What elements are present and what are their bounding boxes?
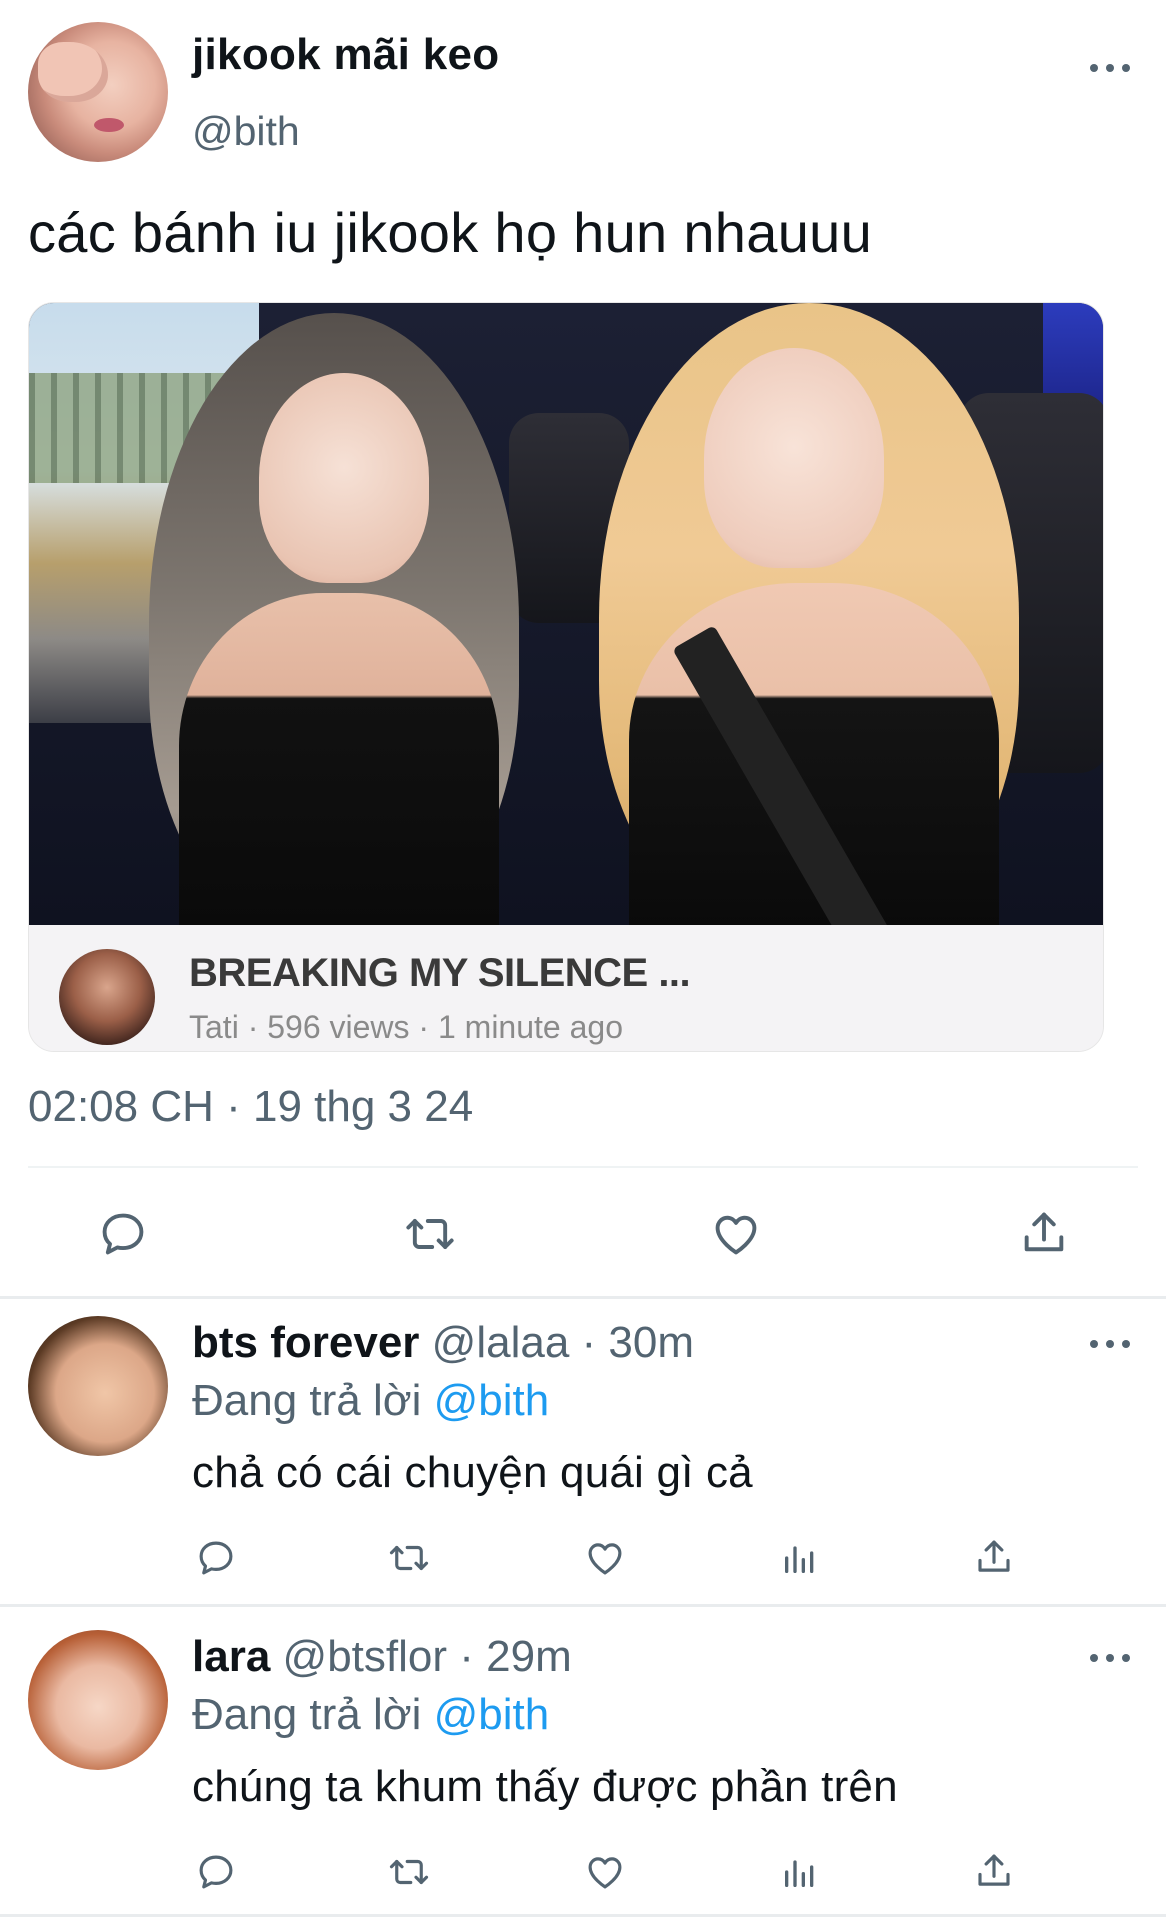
reply-text: chúng ta khum thấy được phần trên xyxy=(192,1762,898,1811)
reply-separator: · xyxy=(581,1318,597,1367)
heart-icon[interactable] xyxy=(582,1850,628,1894)
reply-author-handle[interactable]: @lalaa xyxy=(432,1318,570,1367)
video-thumbnail[interactable] xyxy=(29,303,1103,925)
reply-header: bts forever @lalaa · 30m xyxy=(192,1318,694,1368)
more-icon[interactable] xyxy=(1090,1336,1130,1352)
author-handle[interactable]: @bith xyxy=(192,108,300,155)
replying-to: Đang trả lời @bith xyxy=(192,1376,549,1426)
video-meta: Tati596 views1 minute ago xyxy=(189,1009,623,1046)
tweet-text: các bánh iu jikook họ hun nhauuu xyxy=(28,201,873,264)
reply-icon[interactable] xyxy=(194,1850,238,1894)
heart-icon[interactable] xyxy=(708,1206,764,1262)
tweet-media[interactable]: BREAKING MY SILENCE ... Tati596 views1 m… xyxy=(28,302,1104,1052)
heart-icon[interactable] xyxy=(582,1536,628,1580)
author-avatar[interactable] xyxy=(28,22,168,162)
reply-author-name[interactable]: bts forever xyxy=(192,1318,419,1367)
divider xyxy=(28,1166,1138,1168)
reply-header: lara @btsflor · 29m xyxy=(192,1632,572,1682)
replying-to-mention[interactable]: @bith xyxy=(434,1690,550,1739)
author-name[interactable]: jikook mãi keo xyxy=(192,30,499,80)
divider xyxy=(0,1604,1166,1607)
divider xyxy=(0,1296,1166,1299)
video-views: 596 views xyxy=(239,1009,410,1045)
reply-time[interactable]: 29m xyxy=(486,1632,572,1681)
more-icon[interactable] xyxy=(1090,1650,1130,1666)
reply-avatar[interactable] xyxy=(28,1316,168,1456)
reply-time[interactable]: 30m xyxy=(608,1318,694,1367)
divider xyxy=(0,1914,1166,1917)
reply-icon[interactable] xyxy=(95,1206,151,1262)
replying-to-prefix: Đang trả lời xyxy=(192,1690,422,1739)
share-icon[interactable] xyxy=(972,1534,1016,1580)
reply-separator: · xyxy=(459,1632,474,1681)
retweet-icon[interactable] xyxy=(384,1850,434,1894)
video-time-ago: 1 minute ago xyxy=(410,1009,623,1045)
replying-to-prefix: Đang trả lời xyxy=(192,1376,422,1425)
reply-author-name[interactable]: lara xyxy=(192,1632,270,1681)
reply-author-handle[interactable]: @btsflor xyxy=(283,1632,447,1681)
channel-avatar xyxy=(59,949,155,1045)
video-title: BREAKING MY SILENCE ... xyxy=(189,951,691,995)
share-icon[interactable] xyxy=(1016,1204,1072,1262)
views-icon[interactable] xyxy=(778,1850,822,1894)
reply-icon[interactable] xyxy=(194,1536,238,1580)
replying-to: Đang trả lời @bith xyxy=(192,1690,549,1740)
retweet-icon[interactable] xyxy=(400,1206,460,1262)
share-icon[interactable] xyxy=(972,1848,1016,1894)
views-icon[interactable] xyxy=(778,1536,822,1580)
reply-avatar[interactable] xyxy=(28,1630,168,1770)
retweet-icon[interactable] xyxy=(384,1536,434,1580)
video-info-bar: BREAKING MY SILENCE ... Tati596 views1 m… xyxy=(29,925,1103,1051)
video-channel: Tati xyxy=(189,1009,239,1045)
tweet-timestamp[interactable]: 02:08 CH · 19 thg 3 24 xyxy=(28,1082,473,1132)
more-icon[interactable] xyxy=(1090,60,1130,76)
reply-text: chả có cái chuyện quái gì cả xyxy=(192,1448,753,1497)
replying-to-mention[interactable]: @bith xyxy=(434,1376,550,1425)
